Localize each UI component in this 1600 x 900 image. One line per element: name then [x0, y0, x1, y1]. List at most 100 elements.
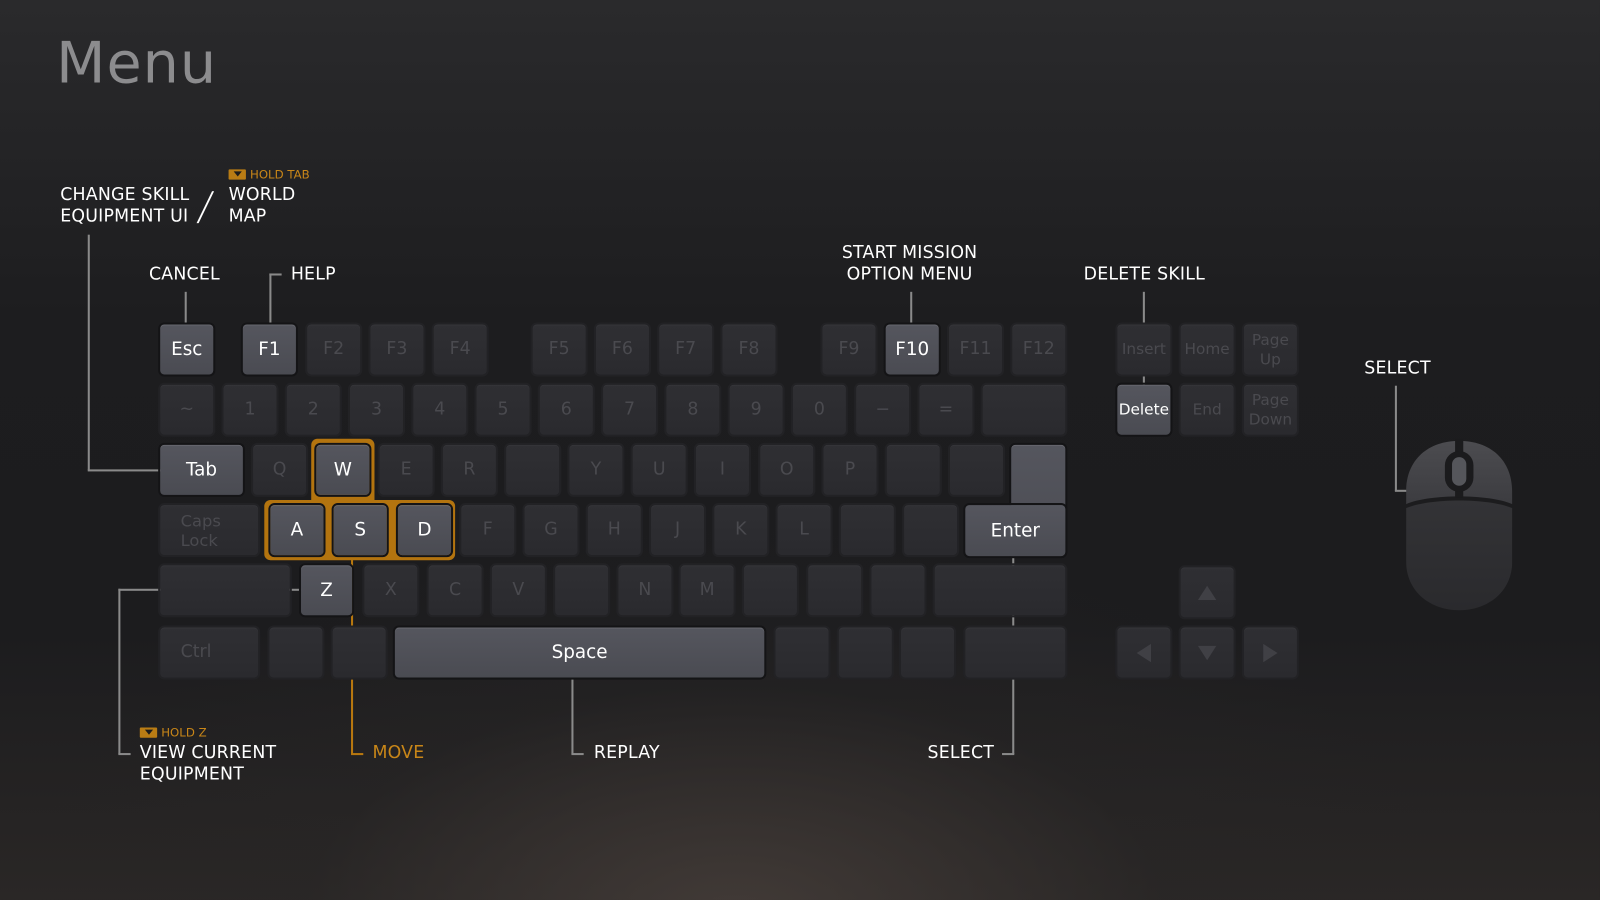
key-z[interactable]: Z — [301, 565, 353, 616]
key-h[interactable]: H — [587, 505, 641, 556]
key-f1[interactable]: F1 — [242, 324, 296, 375]
key-3[interactable]: 3 — [349, 384, 404, 435]
key-fn[interactable] — [838, 627, 892, 678]
key-comma[interactable] — [743, 565, 797, 616]
key-menu[interactable] — [901, 627, 955, 678]
key-quote[interactable] — [904, 505, 958, 556]
key-f8[interactable]: F8 — [722, 324, 776, 375]
key-r[interactable]: R — [442, 444, 496, 495]
key-j[interactable]: J — [651, 505, 705, 556]
slash-divider: / — [195, 183, 217, 229]
label-select-enter: SELECT — [927, 742, 995, 764]
key-t[interactable] — [506, 444, 560, 495]
key-v[interactable]: V — [491, 565, 545, 616]
key-f10[interactable]: F10 — [885, 324, 939, 375]
key-f5[interactable]: F5 — [532, 324, 586, 375]
key-g[interactable]: G — [524, 505, 578, 556]
key-p[interactable]: P — [823, 444, 877, 495]
key-f7[interactable]: F7 — [659, 324, 713, 375]
key-i[interactable]: I — [695, 444, 749, 495]
label-help: HELP — [290, 264, 336, 285]
connector-z — [118, 753, 131, 756]
key-esc[interactable]: Esc — [160, 324, 214, 375]
key-alt[interactable] — [332, 627, 386, 678]
key-slash[interactable] — [871, 565, 925, 616]
key-w[interactable]: W — [316, 444, 370, 495]
key-arrow-up[interactable] — [1180, 567, 1234, 618]
key-arrow-left[interactable] — [1117, 627, 1171, 678]
key-arrow-down[interactable] — [1180, 627, 1234, 678]
key-x[interactable]: X — [364, 565, 418, 616]
mouse-seam — [1455, 438, 1464, 454]
key-6[interactable]: 6 — [539, 384, 593, 435]
key-label: Page — [1251, 390, 1289, 409]
hold-z-text: HOLD Z — [161, 725, 207, 740]
key-delete[interactable]: Delete — [1117, 384, 1171, 435]
key-4[interactable]: 4 — [413, 384, 467, 435]
key-f3[interactable]: F3 — [370, 324, 424, 375]
key-b[interactable] — [555, 565, 609, 616]
key-backspace[interactable] — [982, 384, 1066, 435]
key-q[interactable]: Q — [253, 444, 307, 495]
key-f9[interactable]: F9 — [822, 324, 876, 375]
key-a[interactable]: A — [270, 505, 324, 556]
label-line: OPTION MENU — [846, 264, 973, 285]
key-f11[interactable]: F11 — [948, 324, 1003, 375]
key-m[interactable]: M — [680, 565, 734, 616]
connector-z — [118, 588, 121, 755]
key-page-up[interactable]: Page Up — [1243, 324, 1297, 375]
key-end[interactable]: End — [1180, 384, 1234, 435]
key-y[interactable]: Y — [569, 444, 623, 495]
connector-space — [571, 676, 574, 755]
key-space[interactable]: Space — [394, 627, 765, 678]
key-enter[interactable]: Enter — [965, 505, 1066, 557]
key-page-down[interactable]: Page Down — [1243, 384, 1297, 435]
key-minus[interactable]: − — [856, 384, 910, 435]
mouse-icon[interactable] — [1406, 438, 1513, 612]
key-k[interactable]: K — [714, 505, 768, 556]
arrow-left-icon — [1136, 643, 1152, 662]
key-tab[interactable]: Tab — [160, 444, 243, 495]
key-5[interactable]: 5 — [476, 384, 530, 435]
hold-triangle-icon — [228, 169, 246, 180]
label-line: MAP — [228, 206, 267, 227]
key-f4[interactable]: F4 — [433, 324, 487, 375]
key-n[interactable]: N — [618, 565, 672, 616]
label-replay: REPLAY — [593, 742, 660, 764]
key-home[interactable]: Home — [1180, 324, 1234, 375]
key-8[interactable]: 8 — [666, 384, 720, 435]
key-win[interactable] — [269, 627, 323, 678]
key-e[interactable]: E — [379, 444, 433, 495]
key-ctrl-right[interactable] — [965, 627, 1066, 678]
key-semicolon[interactable] — [840, 505, 894, 556]
key-u[interactable]: U — [632, 444, 686, 495]
key-equals[interactable]: = — [919, 384, 973, 435]
key-o[interactable]: O — [760, 444, 814, 495]
key-arrow-right[interactable] — [1243, 627, 1297, 678]
key-l[interactable]: L — [777, 505, 831, 556]
key-ctrl[interactable]: Ctrl — [160, 627, 259, 678]
key-f2[interactable]: F2 — [307, 324, 361, 375]
key-1[interactable]: 1 — [223, 384, 277, 435]
key-d[interactable]: D — [397, 505, 452, 556]
key-0[interactable]: 0 — [792, 384, 846, 435]
key-7[interactable]: 7 — [603, 384, 657, 435]
key-shift-left[interactable] — [160, 565, 290, 616]
key-insert[interactable]: Insert — [1117, 324, 1171, 375]
key-bracket-right[interactable] — [949, 444, 1004, 495]
key-f[interactable]: F — [461, 505, 515, 556]
page-title: Menu — [56, 30, 218, 97]
key-s[interactable]: S — [333, 505, 387, 556]
key-2[interactable]: 2 — [286, 384, 340, 435]
key-f6[interactable]: F6 — [595, 324, 649, 375]
key-f12[interactable]: F12 — [1012, 324, 1066, 375]
key-tilde[interactable]: ~ — [160, 384, 214, 435]
key-c[interactable]: C — [428, 565, 482, 616]
key-9[interactable]: 9 — [729, 384, 783, 435]
key-caps-lock[interactable]: Caps Lock — [160, 505, 259, 556]
key-bracket-left[interactable] — [886, 444, 940, 495]
key-shift-right[interactable] — [934, 565, 1066, 616]
key-period[interactable] — [808, 565, 862, 616]
key-label: Caps — [180, 510, 221, 531]
key-alt-right[interactable] — [775, 627, 829, 678]
